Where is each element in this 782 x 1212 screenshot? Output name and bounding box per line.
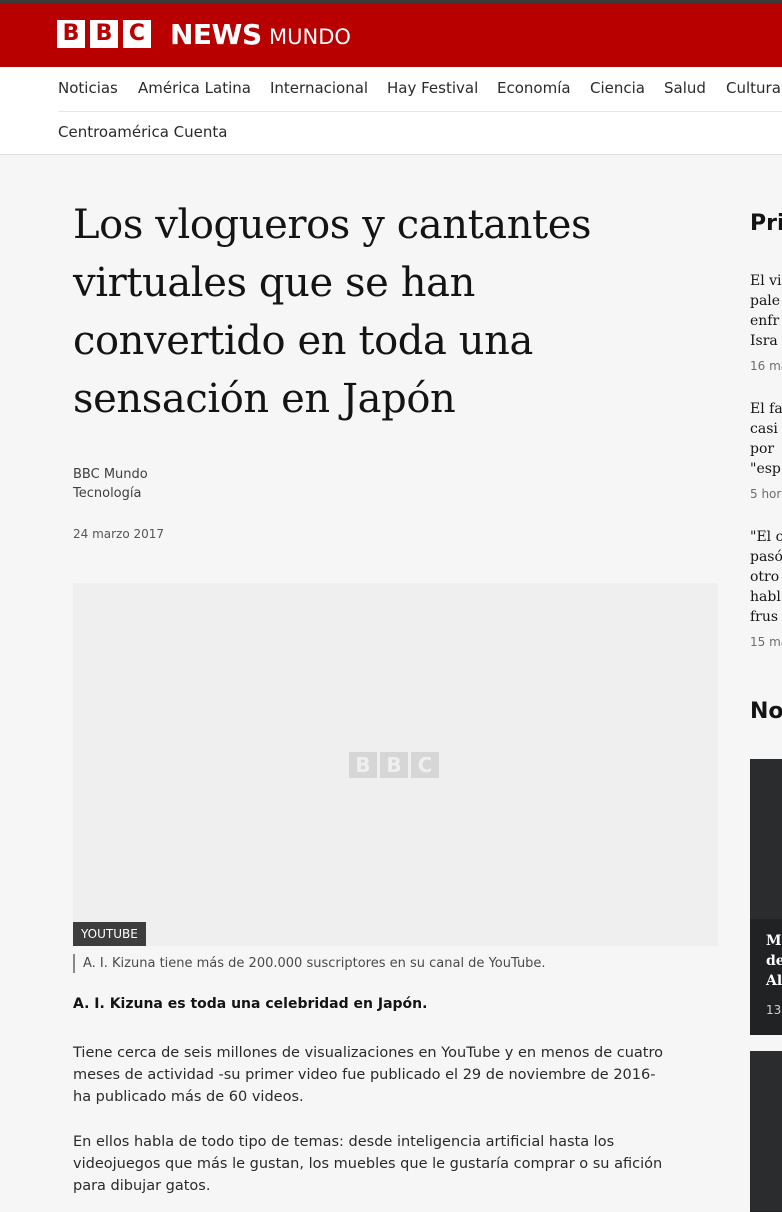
bbc-logo-letter: B bbox=[57, 20, 85, 48]
image-caption: A. I. Kizuna tiene más de 200.000 suscri… bbox=[73, 954, 546, 973]
sidebar-story-line: casi bbox=[750, 421, 778, 437]
article-paragraph: En ellos habla de todo tipo de temas: de… bbox=[73, 1131, 673, 1197]
sidebar-card-title-line: M bbox=[766, 933, 782, 949]
paragraph-line: ha publicado más de 60 videos. bbox=[73, 1089, 304, 1105]
paragraph-line: En ellos habla de todo tipo de temas: de… bbox=[73, 1134, 615, 1150]
bbc-logo[interactable]: B B C bbox=[57, 20, 151, 48]
byline-source: BBC Mundo bbox=[73, 467, 148, 482]
sidebar-card-title-line: de bbox=[766, 953, 782, 969]
sidebar-card-title-line: Al bbox=[766, 973, 782, 989]
sidebar-card-image bbox=[750, 759, 782, 919]
sidebar-story-time: 15 ma bbox=[750, 635, 782, 649]
sidebar-card-image bbox=[750, 1051, 782, 1211]
nav-divider bbox=[58, 111, 782, 112]
sidebar-story-line: Isra bbox=[750, 333, 778, 349]
sidebar-promo-card[interactable]: M de Al 13 bbox=[750, 759, 782, 1035]
sidebar-story-line: otro bbox=[750, 569, 780, 585]
nav-item-internacional[interactable]: Internacional bbox=[270, 79, 368, 97]
sidebar-story-line: pale bbox=[750, 293, 781, 309]
nav-item-centroamerica-cuenta[interactable]: Centroamérica Cuenta bbox=[58, 123, 227, 141]
sidebar-story-line: El vi bbox=[750, 273, 782, 289]
paragraph-line: meses de actividad -su primer video fue … bbox=[73, 1067, 656, 1083]
sidebar-story-line: pasó bbox=[750, 549, 782, 565]
image-credit: YOUTUBE bbox=[73, 922, 146, 946]
sidebar-story-link[interactable]: "El c pasó otro habl frus bbox=[750, 527, 782, 627]
nav-item-salud[interactable]: Salud bbox=[664, 79, 706, 97]
article-paragraph: Tiene cerca de seis millones de visualiz… bbox=[73, 1042, 673, 1108]
article-headline: Los vlogueros y cantantes virtuales que … bbox=[73, 196, 693, 428]
byline-topic-link[interactable]: Tecnología bbox=[73, 486, 141, 501]
paragraph-line: videojuegos que más le gustan, los muebl… bbox=[73, 1156, 663, 1172]
bbc-logo-letter: B bbox=[90, 20, 118, 48]
article-lead: A. I. Kizuna es toda una celebridad en J… bbox=[73, 996, 428, 1012]
sidebar-story-line: El fa bbox=[750, 401, 782, 417]
headline-line: Los vlogueros y cantantes bbox=[73, 202, 592, 248]
nav-item-cultura[interactable]: Cultura bbox=[726, 79, 781, 97]
nav-item-hay-festival[interactable]: Hay Festival bbox=[387, 79, 478, 97]
sidebar-card-title: M de Al bbox=[766, 931, 782, 991]
bbc-placeholder-logo: B B C bbox=[349, 752, 439, 778]
paragraph-line: para dibujar gatos. bbox=[73, 1178, 211, 1194]
article-date: 24 marzo 2017 bbox=[73, 527, 165, 541]
placeholder-logo-letter: C bbox=[411, 752, 439, 778]
placeholder-logo-letter: B bbox=[380, 752, 408, 778]
headline-line: convertido en toda una bbox=[73, 318, 533, 364]
sidebar-story-line: "esp bbox=[750, 461, 781, 477]
nav-item-america-latina[interactable]: América Latina bbox=[138, 79, 251, 97]
main-navigation: Noticias América Latina Internacional Ha… bbox=[0, 67, 782, 155]
bbc-logo-letter: C bbox=[123, 20, 151, 48]
paragraph-line: Tiene cerca de seis millones de visualiz… bbox=[73, 1045, 663, 1061]
news-wordmark[interactable]: NEWS bbox=[170, 18, 262, 52]
sidebar-heading-news: No bbox=[750, 699, 782, 724]
sidebar-story-line: frus bbox=[750, 609, 779, 625]
sidebar-story-line: habl bbox=[750, 589, 781, 605]
headline-line: virtuales que se han bbox=[73, 260, 475, 306]
article-image-placeholder: B B C YOUTUBE bbox=[73, 583, 718, 946]
sidebar-story-time: 16 ma bbox=[750, 359, 782, 373]
nav-item-ciencia[interactable]: Ciencia bbox=[590, 79, 645, 97]
sidebar-story-link[interactable]: El fa casi por "esp bbox=[750, 399, 782, 479]
nav-item-noticias[interactable]: Noticias bbox=[58, 79, 118, 97]
sidebar-most-read: Pri El vi pale enfr Isra 16 ma El fa cas… bbox=[750, 155, 782, 1212]
masthead: B B C NEWS MUNDO bbox=[0, 3, 782, 67]
sidebar-story-line: "El c bbox=[750, 529, 782, 545]
sidebar-story-time: 5 hor bbox=[750, 487, 782, 501]
sidebar-story-line: enfr bbox=[750, 313, 780, 329]
sidebar-promo-card[interactable] bbox=[750, 1051, 782, 1212]
nav-item-economia[interactable]: Economía bbox=[497, 79, 571, 97]
headline-line: sensación en Japón bbox=[73, 376, 456, 422]
sidebar-heading-popular: Pri bbox=[750, 211, 782, 236]
sidebar-card-time: 13 bbox=[766, 1003, 782, 1017]
placeholder-logo-letter: B bbox=[349, 752, 377, 778]
sidebar-story-link[interactable]: El vi pale enfr Isra bbox=[750, 271, 782, 351]
edition-name[interactable]: MUNDO bbox=[269, 23, 351, 51]
sidebar-story-line: por bbox=[750, 441, 775, 457]
